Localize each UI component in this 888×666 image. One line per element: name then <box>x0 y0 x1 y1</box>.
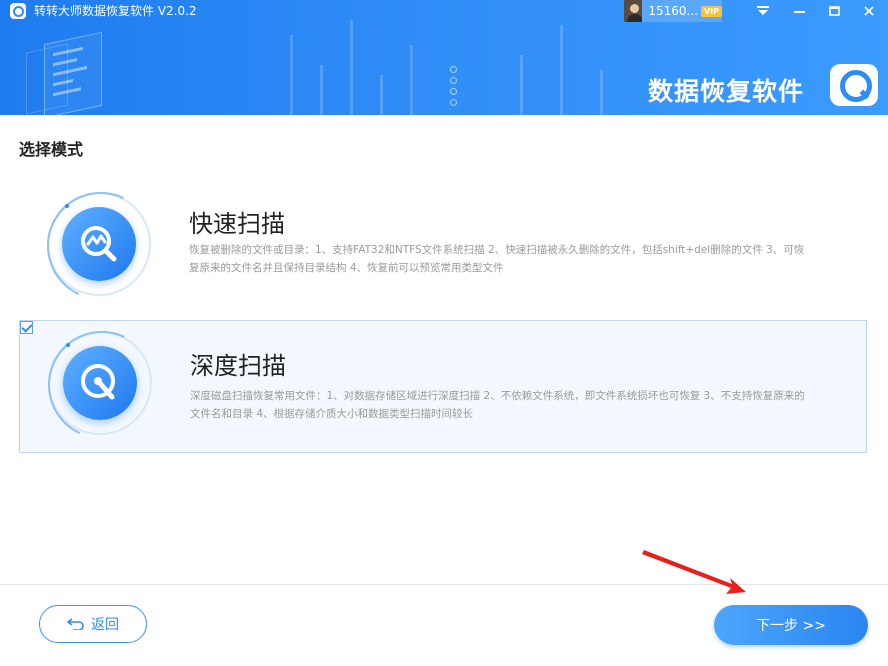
minimize-button[interactable] <box>781 0 817 22</box>
footer-divider <box>0 584 888 585</box>
user-name: 15160... <box>648 4 698 18</box>
next-button[interactable]: 下一步 >> <box>714 605 868 645</box>
deep-scan-icon-ring <box>32 315 172 455</box>
window-title: 转转大师数据恢复软件 V2.0.2 <box>34 4 197 18</box>
minimize-icon <box>793 11 805 13</box>
annotation-arrow-icon <box>642 550 746 594</box>
user-account[interactable]: 15160... VIP <box>624 0 722 22</box>
section-title: 选择模式 <box>19 140 84 159</box>
app-header: 转转大师数据恢复软件 V2.0.2 15160... VIP 数据恢复软件 <box>0 0 888 115</box>
menu-button[interactable] <box>745 0 781 22</box>
back-button-label: 返回 <box>91 617 119 633</box>
mode-title: 快速扫描 <box>189 210 285 238</box>
close-button[interactable] <box>851 0 887 22</box>
decor-dots <box>450 66 457 110</box>
quick-scan-icon <box>62 207 136 281</box>
next-button-label: 下一步 >> <box>756 618 826 634</box>
back-arrow-icon <box>67 618 84 630</box>
mode-title: 深度扫描 <box>190 352 286 380</box>
mode-description: 深度磁盘扫描恢复常用文件：1、对数据存储区域进行深度扫描 2、不依赖文件系统，即… <box>190 390 805 420</box>
app-logo-icon <box>10 3 26 19</box>
maximize-icon <box>828 6 840 16</box>
selected-checkbox[interactable] <box>20 321 33 334</box>
quick-scan-icon-ring <box>31 176 171 316</box>
decor-panel <box>44 31 102 115</box>
deep-scan-icon <box>63 346 137 420</box>
mode-description: 恢复被删除的文件或目录：1、支持FAT32和NTFS文件系统扫描 2、快速扫描被… <box>189 244 805 274</box>
avatar <box>624 0 643 22</box>
mode-card-quick-scan[interactable]: 快速扫描 恢复被删除的文件或目录：1、支持FAT32和NTFS文件系统扫描 2、… <box>19 176 867 316</box>
close-icon <box>864 6 874 16</box>
back-button[interactable]: 返回 <box>39 605 147 643</box>
maximize-button[interactable] <box>816 0 852 22</box>
menu-icon <box>757 6 769 15</box>
brand-title: 数据恢复软件 <box>648 77 805 106</box>
brand-logo-icon <box>830 64 878 106</box>
mode-card-deep-scan[interactable]: 深度扫描 深度磁盘扫描恢复常用文件：1、对数据存储区域进行深度扫描 2、不依赖文… <box>19 315 867 455</box>
vip-badge: VIP <box>700 5 722 17</box>
